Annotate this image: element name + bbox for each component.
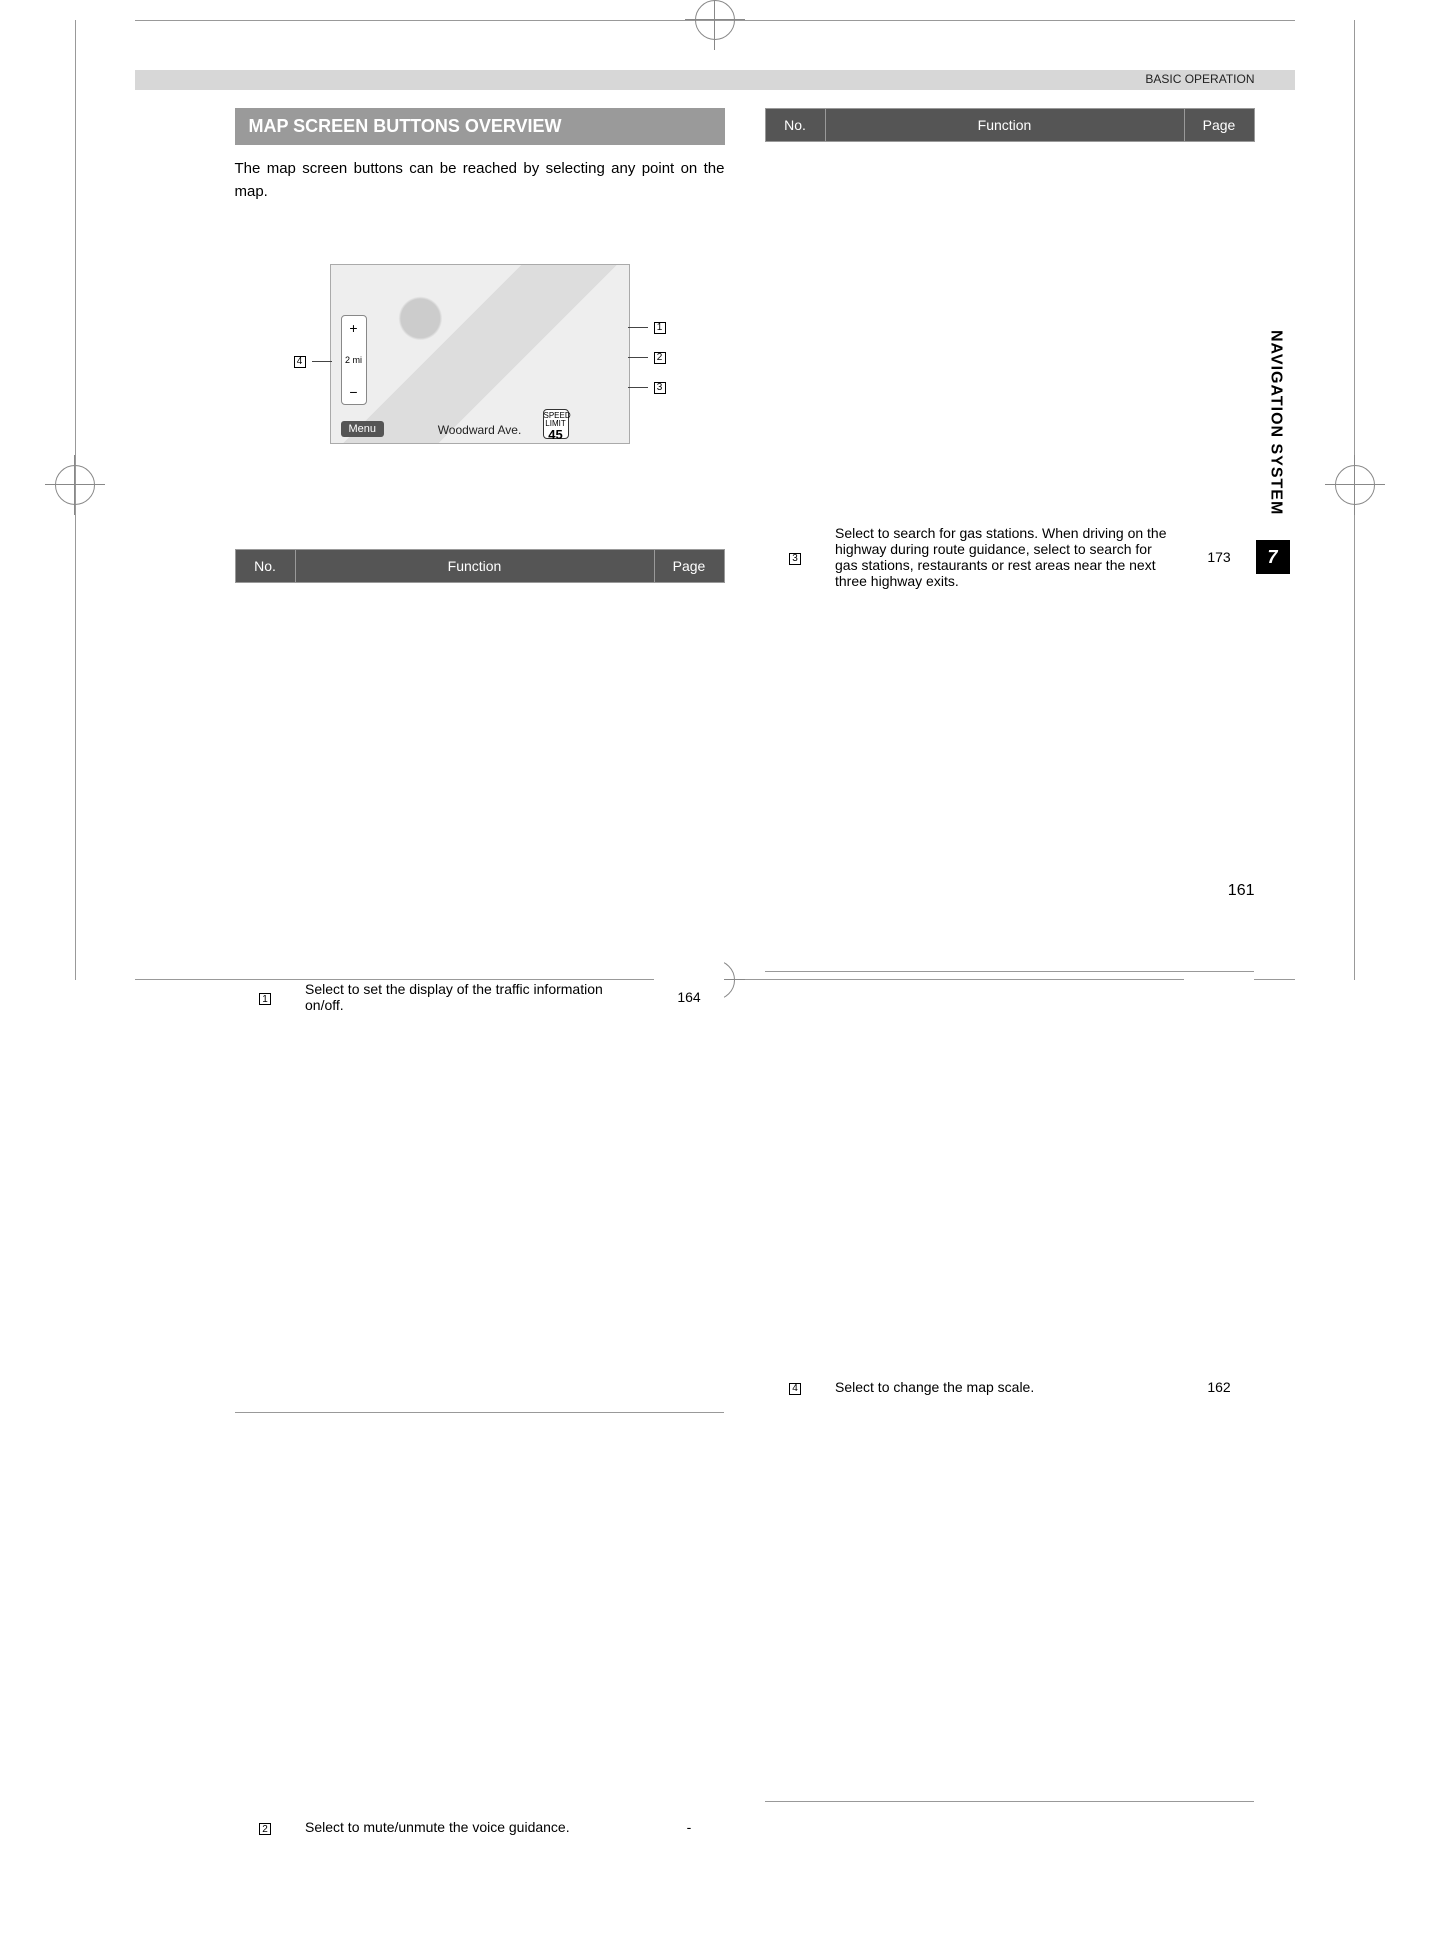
- th-no: No.: [765, 109, 825, 142]
- registration-mark-right: [1335, 465, 1375, 505]
- zoom-plus-icon[interactable]: +: [349, 320, 357, 336]
- section-band: BASIC OPERATION: [135, 70, 1295, 90]
- th-func: Function: [825, 109, 1184, 142]
- row-num-box: 2: [259, 1823, 271, 1835]
- page-number: 161: [1228, 882, 1255, 900]
- th-page: Page: [654, 549, 724, 582]
- speed-limit-small: SPEED LIMIT: [544, 411, 571, 428]
- zoom-control[interactable]: + 2 mi −: [341, 315, 367, 405]
- row-page: 173: [1184, 142, 1254, 972]
- callout-box-1: 1: [654, 322, 666, 334]
- callout-4: 4: [288, 356, 332, 368]
- speed-limit-sign: SPEED LIMIT 45: [543, 409, 569, 439]
- registration-mark-left: [55, 465, 95, 505]
- registration-mark-top: [695, 0, 735, 40]
- map-placeholder: + 2 mi − Menu Woodward Ave. SPEED LIMIT …: [330, 264, 630, 444]
- left-column: MAP SCREEN BUTTONS OVERVIEW The map scre…: [235, 108, 725, 1960]
- zoom-minus-icon[interactable]: −: [349, 384, 357, 400]
- heading-bar: MAP SCREEN BUTTONS OVERVIEW: [235, 108, 725, 145]
- th-page: Page: [1184, 109, 1254, 142]
- callout-box-2: 2: [654, 352, 666, 364]
- row-func: Select to change the map scale.: [825, 972, 1184, 1802]
- speed-limit-value: 45: [544, 428, 568, 441]
- map-street-label: Woodward Ave.: [438, 423, 522, 437]
- row-func: Select to mute/unmute the voice guidance…: [295, 1412, 654, 1960]
- side-tab-label: NAVIGATION SYSTEM: [1267, 330, 1285, 515]
- table-row: 3 Select to search for gas stations. Whe…: [765, 142, 1254, 972]
- th-func: Function: [295, 549, 654, 582]
- page: BASIC OPERATION MAP SCREEN BUTTONS OVERV…: [135, 70, 1295, 900]
- row-page: -: [654, 1412, 724, 1960]
- map-menu-button[interactable]: Menu: [341, 421, 385, 437]
- row-func: Select to set the display of the traffic…: [295, 582, 654, 1412]
- table-row: 2 Select to mute/unmute the voice guidan…: [235, 1412, 724, 1960]
- callout-box-4: 4: [294, 356, 306, 368]
- figure-map: + 2 mi − Menu Woodward Ave. SPEED LIMIT …: [235, 264, 725, 449]
- right-column: No. Function Page 3 Select to search for…: [765, 108, 1255, 1960]
- callout-1: 1: [628, 322, 672, 334]
- row-num-box: 3: [789, 553, 801, 565]
- zoom-scale-label: 2 mi: [345, 355, 362, 365]
- section-label: BASIC OPERATION: [1145, 72, 1254, 86]
- function-table-right: No. Function Page 3 Select to search for…: [765, 108, 1255, 1802]
- row-page: 164: [654, 582, 724, 1412]
- table-row: 1 Select to set the display of the traff…: [235, 582, 724, 1412]
- row-num-box: 4: [789, 1383, 801, 1395]
- function-table-left: No. Function Page 1 Select to set the di…: [235, 549, 725, 1960]
- body-text: The map screen buttons can be reached by…: [235, 157, 725, 204]
- row-page: 162: [1184, 972, 1254, 1802]
- chapter-tab: 7: [1256, 540, 1290, 574]
- callout-2: 2: [628, 352, 672, 364]
- th-no: No.: [235, 549, 295, 582]
- table-row: 4 Select to change the map scale. 162: [765, 972, 1254, 1802]
- row-func: Select to search for gas stations. When …: [825, 142, 1184, 972]
- row-num-box: 1: [259, 993, 271, 1005]
- callout-box-3: 3: [654, 382, 666, 394]
- callout-3: 3: [628, 382, 672, 394]
